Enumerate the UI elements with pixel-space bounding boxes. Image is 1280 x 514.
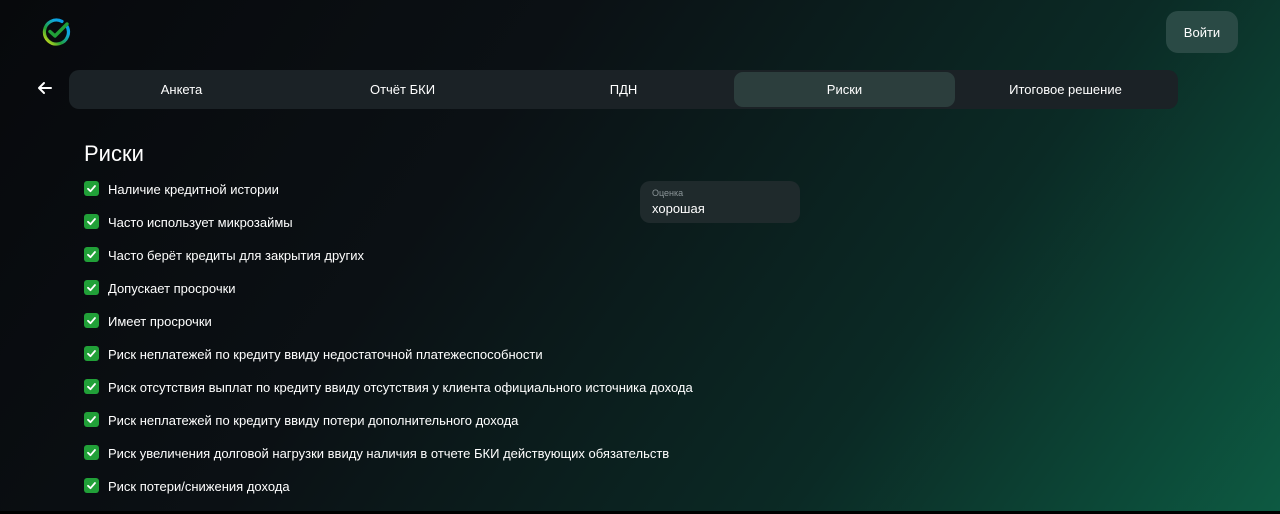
checkbox[interactable]: [84, 379, 99, 394]
checkmark-icon: [87, 482, 96, 490]
risk-label: Риск неплатежей по кредиту ввиду недоста…: [108, 347, 543, 362]
risk-item: Риск потери/снижения дохода: [84, 478, 693, 511]
checkbox[interactable]: [84, 346, 99, 361]
checkmark-icon: [87, 251, 96, 259]
risk-item: Риск неплатежей по кредиту ввиду потери …: [84, 412, 693, 445]
assessment-label: Оценка: [652, 188, 684, 198]
checkmark-icon: [87, 383, 96, 391]
checkmark-icon: [87, 218, 96, 226]
tab-pdn[interactable]: ПДН: [513, 72, 734, 107]
checkmark-icon: [87, 284, 96, 292]
risk-label: Риск отсутствия выплат по кредиту ввиду …: [108, 380, 693, 395]
risk-label: Риск потери/снижения дохода: [108, 479, 290, 494]
checkbox[interactable]: [84, 280, 99, 295]
risk-label: Имеет просрочки: [108, 314, 212, 329]
risk-item: Наличие кредитной истории: [84, 181, 693, 214]
sber-logo-icon[interactable]: [41, 17, 71, 47]
risk-label: Риск увеличения долговой нагрузки ввиду …: [108, 446, 670, 461]
tab-bki-report[interactable]: Отчёт БКИ: [292, 72, 513, 107]
checkmark-icon: [87, 317, 96, 325]
checkbox[interactable]: [84, 445, 99, 460]
risk-item: Риск увеличения долговой нагрузки ввиду …: [84, 445, 693, 478]
login-button[interactable]: Войти: [1166, 11, 1238, 53]
risk-list: Наличие кредитной истории Часто использу…: [84, 181, 693, 511]
risk-item: Часто берёт кредиты для закрытия других: [84, 247, 693, 280]
checkmark-icon: [87, 449, 96, 457]
risk-item: Имеет просрочки: [84, 313, 693, 346]
checkbox[interactable]: [84, 412, 99, 427]
risk-item: Риск отсутствия выплат по кредиту ввиду …: [84, 379, 693, 412]
checkbox[interactable]: [84, 181, 99, 196]
tab-bar: Анкета Отчёт БКИ ПДН Риски Итоговое реше…: [69, 70, 1178, 109]
checkbox[interactable]: [84, 478, 99, 493]
checkmark-icon: [87, 416, 96, 424]
risk-label: Часто использует микрозаймы: [108, 215, 293, 230]
tab-final-decision[interactable]: Итоговое решение: [955, 72, 1176, 107]
tab-risks[interactable]: Риски: [734, 72, 955, 107]
tab-anketa[interactable]: Анкета: [71, 72, 292, 107]
checkbox[interactable]: [84, 214, 99, 229]
checkmark-icon: [87, 350, 96, 358]
risk-item: Допускает просрочки: [84, 280, 693, 313]
risk-label: Часто берёт кредиты для закрытия других: [108, 248, 365, 263]
risk-label: Допускает просрочки: [108, 281, 236, 296]
page-title: Риски: [84, 141, 144, 166]
risk-item: Часто использует микрозаймы: [84, 214, 693, 247]
arrow-left-icon[interactable]: [36, 79, 54, 97]
risk-item: Риск неплатежей по кредиту ввиду недоста…: [84, 346, 693, 379]
risk-label: Риск неплатежей по кредиту ввиду потери …: [108, 413, 519, 428]
risk-label: Наличие кредитной истории: [108, 182, 279, 197]
checkbox[interactable]: [84, 247, 99, 262]
assessment-value: хорошая: [652, 201, 705, 216]
checkmark-icon: [87, 185, 96, 193]
checkbox[interactable]: [84, 313, 99, 328]
assessment-field[interactable]: Оценка хорошая: [640, 181, 800, 223]
